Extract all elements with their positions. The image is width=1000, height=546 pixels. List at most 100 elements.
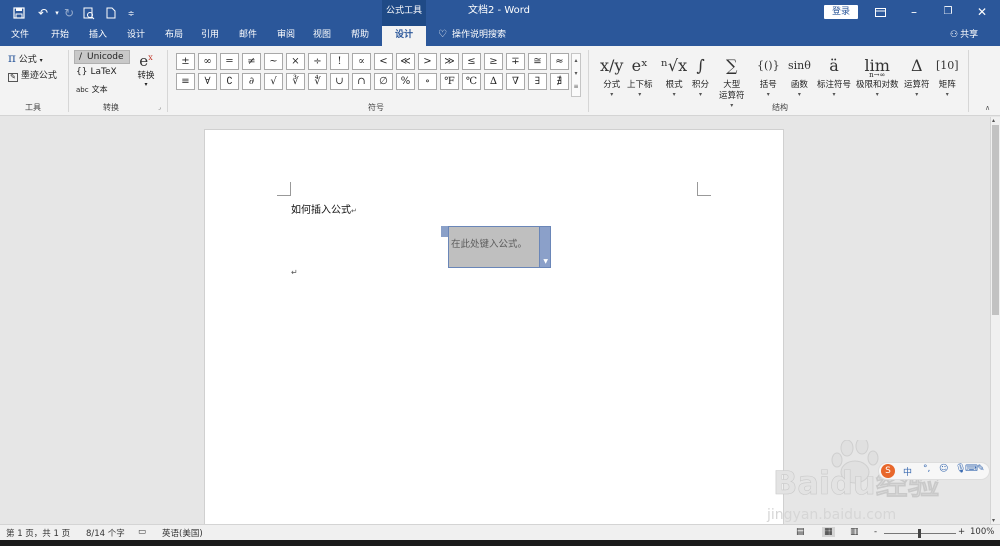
convert-button[interactable]: ex 转换 ▾ <box>135 50 157 88</box>
scroll-up-icon[interactable]: ▴ <box>992 117 995 124</box>
symbol-button[interactable]: ÷ <box>308 53 327 70</box>
symbol-button[interactable]: ∃ <box>528 73 547 90</box>
tab-insert[interactable]: 插入 <box>82 26 114 46</box>
symbol-button[interactable]: ∀ <box>198 73 217 90</box>
proofing-icon[interactable]: ▭ <box>138 527 146 537</box>
symbol-button[interactable]: = <box>220 53 239 70</box>
print-preview-icon[interactable] <box>80 4 98 22</box>
symbol-gallery-scroll[interactable]: ▴ ▾ ≡ <box>571 53 581 97</box>
integral-button[interactable]: ∫ 积分 ▾ <box>692 50 709 99</box>
symbol-button[interactable]: ! <box>330 53 349 70</box>
language-indicator[interactable]: 英语(美国) <box>162 527 203 539</box>
latex-option[interactable]: {} LaTeX <box>76 67 117 77</box>
web-layout-icon[interactable]: ▥ <box>850 527 859 537</box>
zoom-in-button[interactable]: + <box>958 527 965 537</box>
minimize-icon[interactable]: – <box>904 3 924 21</box>
equation-button[interactable]: π 公式 ▾ <box>8 51 43 65</box>
tab-file[interactable]: 文件 <box>4 26 36 46</box>
symbol-button[interactable]: ≥ <box>484 53 503 70</box>
tools-icon[interactable]: ✎ <box>977 464 985 474</box>
ink-equation-button[interactable]: ✎ 墨迹公式 <box>8 68 57 82</box>
symbol-button[interactable]: ∇ <box>506 73 525 90</box>
symbol-button[interactable]: ∄ <box>550 73 569 90</box>
customize-dropdown-icon[interactable]: ≑ <box>122 4 140 22</box>
zoom-out-button[interactable]: - <box>874 527 877 537</box>
symbol-button[interactable]: ≤ <box>462 53 481 70</box>
symbol-button[interactable]: ± <box>176 53 195 70</box>
tab-layout[interactable]: 布局 <box>158 26 190 46</box>
word-count[interactable]: 8/14 个字 <box>86 527 125 539</box>
radical-button[interactable]: ⁿ√x 根式 ▾ <box>661 50 687 99</box>
page-count[interactable]: 第 1 页，共 1 页 <box>6 527 70 539</box>
equation-placeholder[interactable]: 在此处键入公式。 ▼ <box>448 226 551 268</box>
redo-icon[interactable]: ↻ <box>60 4 78 22</box>
symbol-button[interactable]: ≠ <box>242 53 261 70</box>
symbol-button[interactable]: ℉ <box>440 73 459 90</box>
chinese-mode-icon[interactable]: 中 <box>903 465 912 478</box>
tab-mailings[interactable]: 邮件 <box>232 26 264 46</box>
symbol-button[interactable]: ∘ <box>418 73 437 90</box>
new-document-icon[interactable] <box>102 4 120 22</box>
symbol-button[interactable]: ∪ <box>330 73 349 90</box>
restore-icon[interactable]: ❐ <box>938 3 958 21</box>
symbol-button[interactable]: ∞ <box>198 53 217 70</box>
symbol-button[interactable]: √ <box>264 73 283 90</box>
operator-button[interactable]: Δ 运算符 ▾ <box>904 50 930 99</box>
symbol-button[interactable]: % <box>396 73 415 90</box>
symbol-button[interactable]: ℃ <box>462 73 481 90</box>
text-option[interactable]: abc 文本 <box>76 84 108 95</box>
matrix-button[interactable]: [10] 矩阵 ▾ <box>936 50 959 99</box>
symbol-button[interactable]: ∛ <box>286 73 305 90</box>
close-icon[interactable]: ✕ <box>972 3 992 21</box>
symbol-button[interactable]: ∁ <box>220 73 239 90</box>
bracket-button[interactable]: {()} 括号 ▾ <box>757 50 780 99</box>
script-button[interactable]: eˣ 上下标 ▾ <box>627 50 653 99</box>
expand-gallery-icon[interactable]: ≡ <box>572 80 580 93</box>
ribbon-display-icon[interactable] <box>870 3 890 21</box>
tab-home[interactable]: 开始 <box>44 26 76 46</box>
sogou-icon[interactable]: S <box>881 464 895 478</box>
tab-design[interactable]: 设计 <box>120 26 152 46</box>
symbol-button[interactable]: > <box>418 53 437 70</box>
symbol-button[interactable]: ∩ <box>352 73 371 90</box>
share-button[interactable]: ⚇ 共享 <box>950 26 978 46</box>
scroll-down-icon[interactable]: ▾ <box>572 67 580 80</box>
read-mode-icon[interactable]: ▤ <box>796 527 805 537</box>
symbol-button[interactable]: ≅ <box>528 53 547 70</box>
unicode-option[interactable]: / Unicode <box>74 50 130 64</box>
tell-me-search[interactable]: ♡ 操作说明搜索 <box>438 26 506 46</box>
dialog-launcher-icon[interactable]: ⌟ <box>158 104 161 111</box>
symbol-button[interactable]: ∅ <box>374 73 393 90</box>
zoom-level[interactable]: 100% <box>970 527 994 537</box>
document-heading[interactable]: 如何插入公式↵ <box>291 201 357 216</box>
signin-button[interactable]: 登录 <box>824 5 858 19</box>
symbol-button[interactable]: ∜ <box>308 73 327 90</box>
equation-options-button[interactable]: ▼ <box>539 227 550 267</box>
symbol-button[interactable]: ~ <box>264 53 283 70</box>
symbol-button[interactable]: ≪ <box>396 53 415 70</box>
save-icon[interactable] <box>10 4 28 22</box>
symbol-button[interactable]: × <box>286 53 305 70</box>
tab-references[interactable]: 引用 <box>194 26 226 46</box>
symbol-button[interactable]: ≡ <box>176 73 195 90</box>
symbol-button[interactable]: ≈ <box>550 53 569 70</box>
paragraph-mark[interactable]: ↵ <box>291 268 298 277</box>
symbol-button[interactable]: ∓ <box>506 53 525 70</box>
scrollbar-thumb[interactable] <box>992 125 999 315</box>
fraction-button[interactable]: x/y 分式 ▾ <box>600 50 623 99</box>
limit-log-button[interactable]: lim n→∞ 极限和对数 ▾ <box>856 50 899 99</box>
large-operator-button[interactable]: ∑ 大型 运算符 ▾ <box>719 50 745 110</box>
tab-review[interactable]: 审阅 <box>270 26 302 46</box>
document-page[interactable] <box>204 129 784 529</box>
symbol-button[interactable]: ∂ <box>242 73 261 90</box>
symbol-button[interactable]: ∝ <box>352 53 371 70</box>
collapse-ribbon-icon[interactable]: ∧ <box>985 104 990 112</box>
function-button[interactable]: sinθ 函数 ▾ <box>788 50 811 99</box>
symbol-button[interactable]: ≫ <box>440 53 459 70</box>
tab-help[interactable]: 帮助 <box>344 26 376 46</box>
symbol-button[interactable]: ∆ <box>484 73 503 90</box>
zoom-slider-thumb[interactable] <box>918 529 921 538</box>
tab-equation-design[interactable]: 设计 <box>382 26 426 46</box>
emoji-icon[interactable]: ☺ <box>939 464 948 474</box>
tab-view[interactable]: 视图 <box>306 26 338 46</box>
